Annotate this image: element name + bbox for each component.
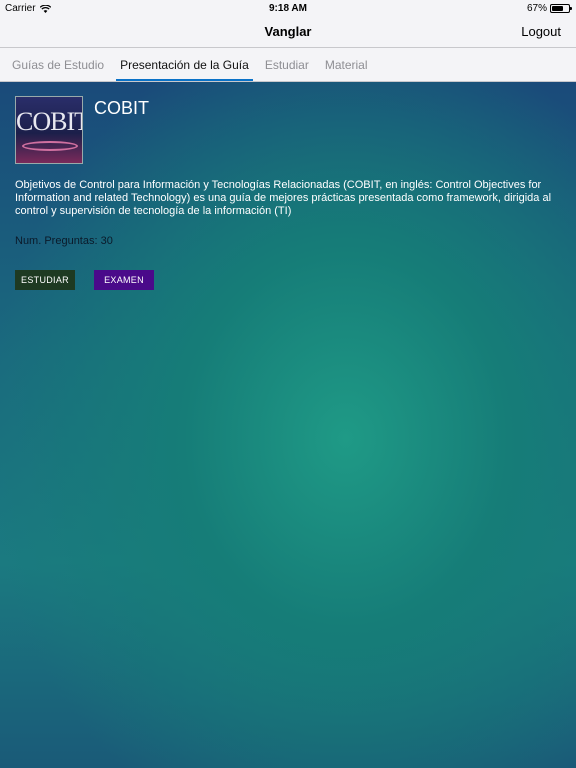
logout-button[interactable]: Logout	[521, 24, 561, 39]
guide-description: Objetivos de Control para Información y …	[15, 179, 552, 217]
cobit-logo: COBIT	[15, 96, 83, 164]
tab-guias-de-estudio[interactable]: Guías de Estudio	[4, 48, 112, 81]
logo-swoosh	[22, 141, 78, 151]
battery-icon	[550, 4, 572, 13]
status-bar: Carrier 9:18 AM 67%	[0, 0, 576, 17]
question-count: Num. Preguntas: 30	[15, 235, 113, 247]
tab-presentacion-de-la-guia[interactable]: Presentación de la Guía	[112, 48, 257, 81]
tab-estudiar[interactable]: Estudiar	[257, 48, 317, 81]
guide-title: COBIT	[94, 98, 150, 118]
battery-fill	[552, 6, 563, 11]
status-time: 9:18 AM	[269, 3, 307, 14]
logo-text: COBIT	[16, 107, 83, 136]
study-button[interactable]: ESTUDIAR	[15, 270, 75, 290]
status-battery: 67%	[526, 3, 572, 14]
exam-button[interactable]: EXAMEN	[94, 270, 154, 290]
page-title: Vanglar	[264, 24, 312, 39]
navigation-bar: Vanglar Logout	[0, 17, 576, 48]
battery-percent: 67%	[526, 3, 547, 14]
tab-bar: Guías de Estudio Presentación de la Guía…	[0, 48, 576, 82]
tab-material[interactable]: Material	[317, 48, 376, 81]
guide-presentation: COBIT COBIT Objetivos de Control para In…	[0, 82, 576, 768]
